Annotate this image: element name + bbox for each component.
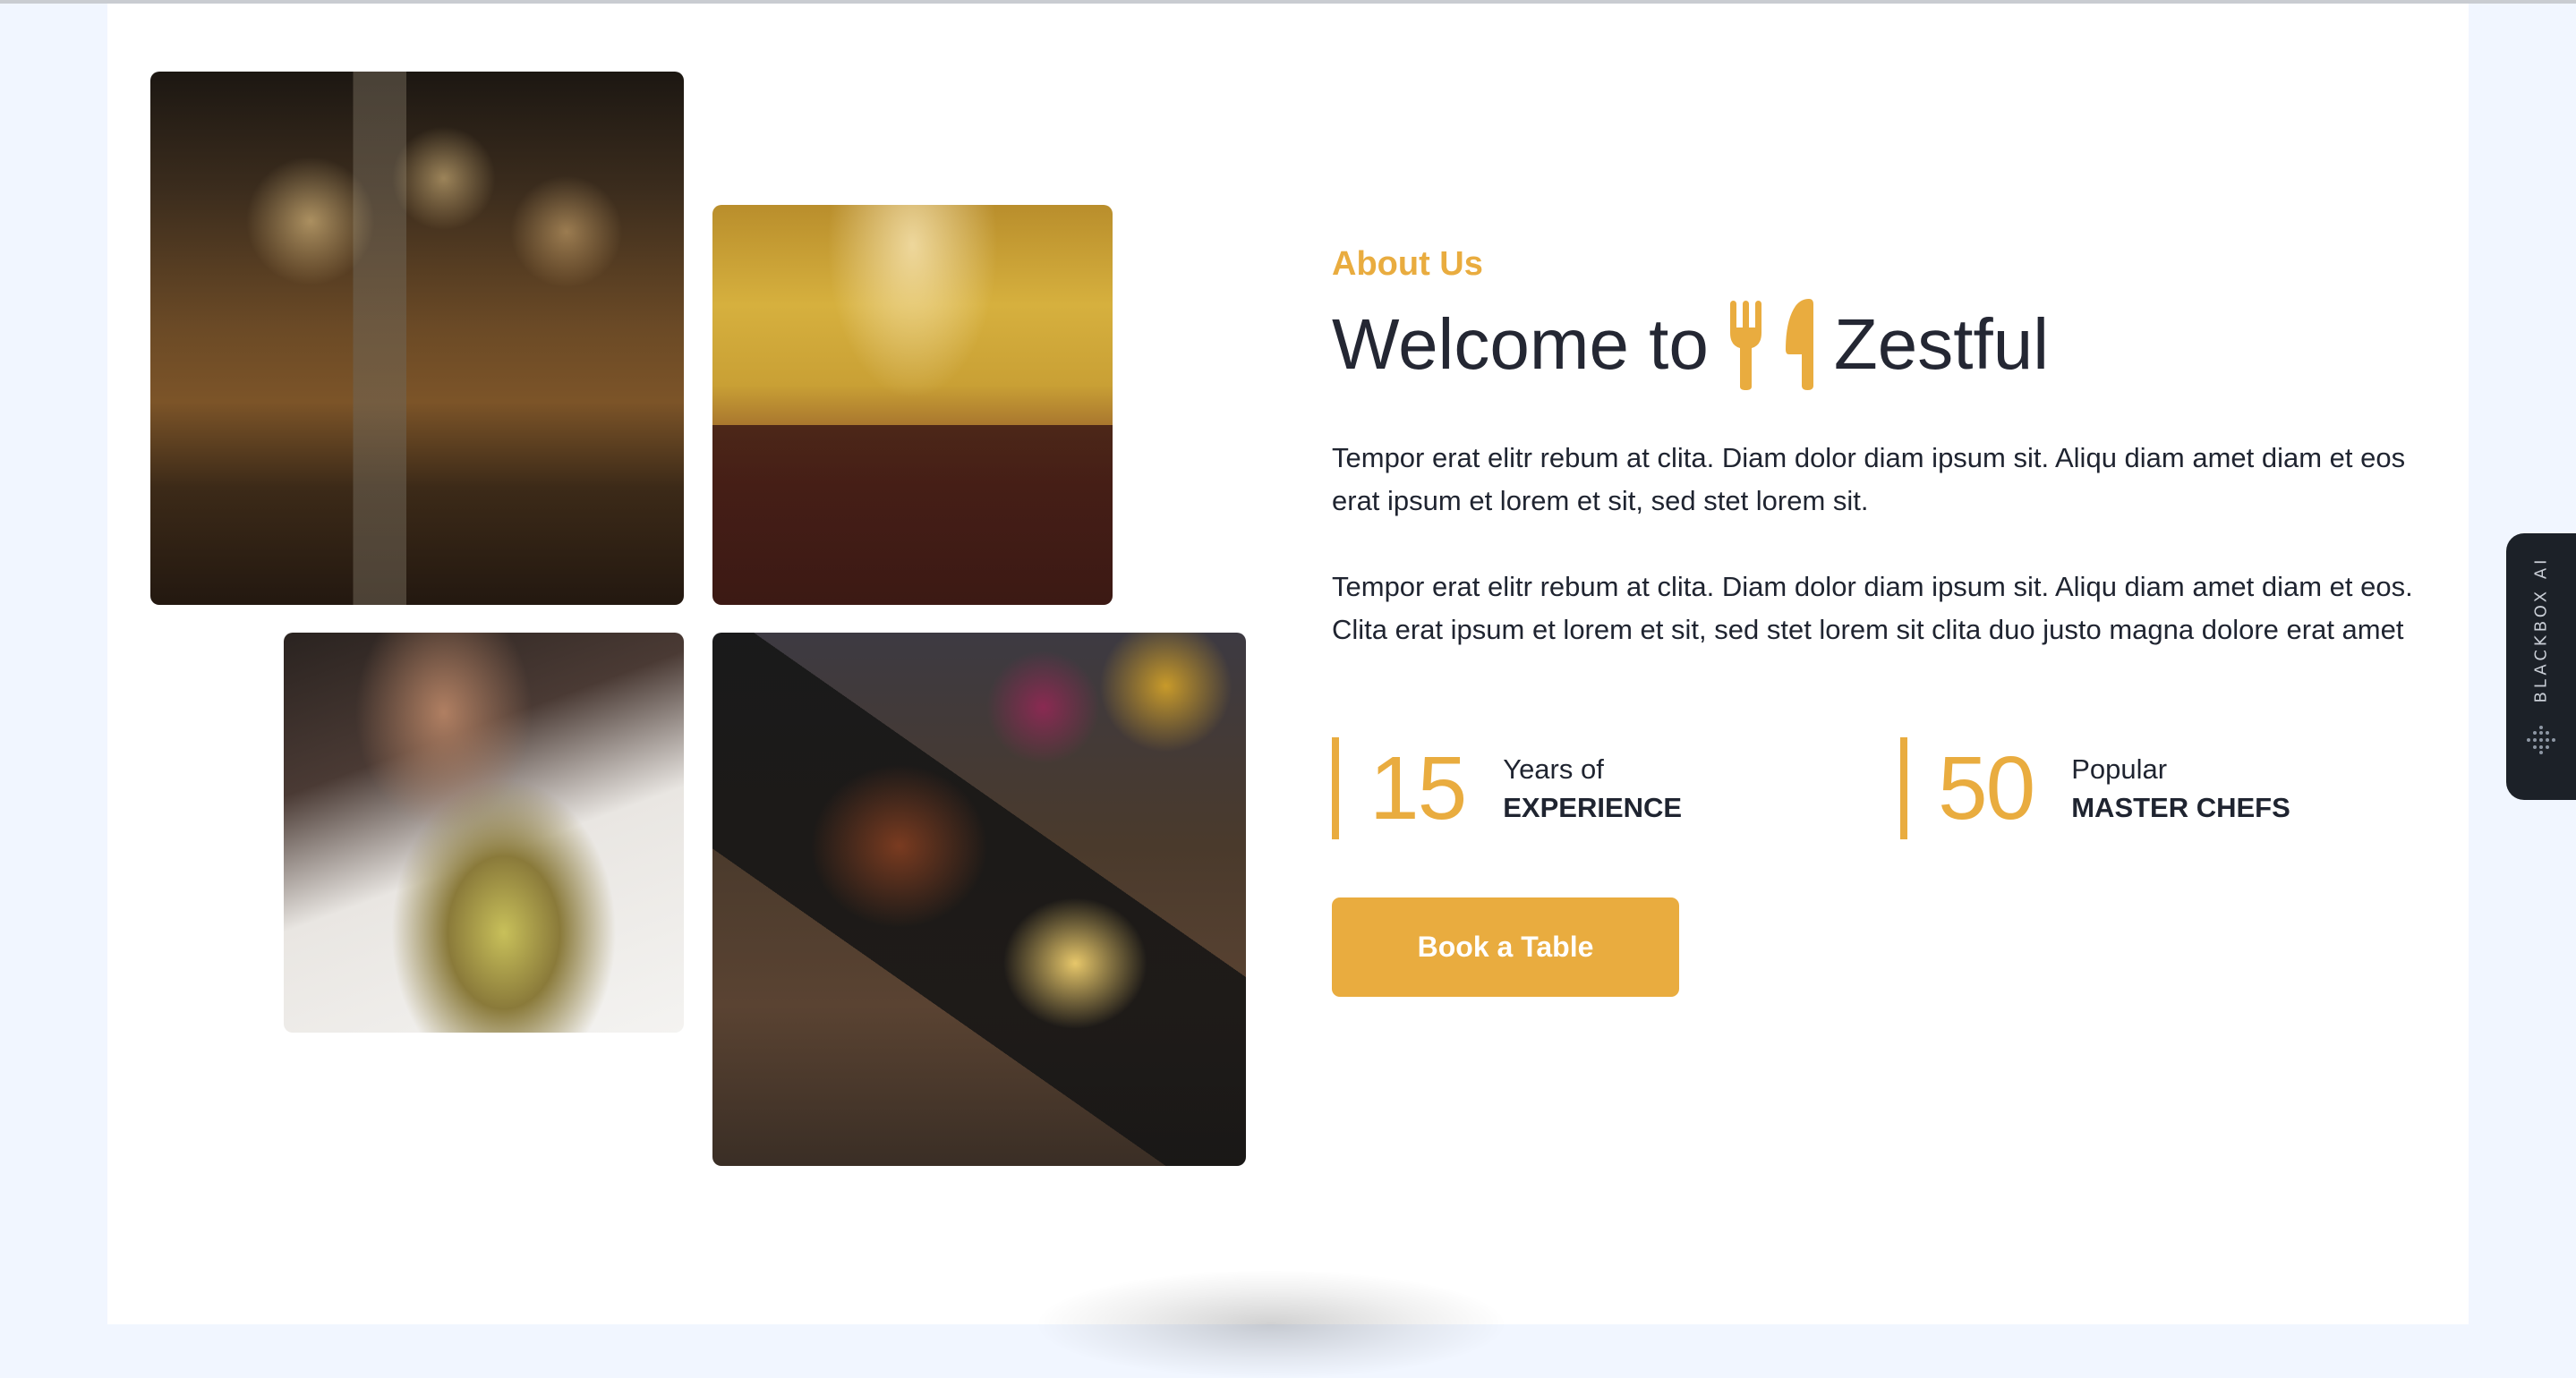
- section-eyebrow: About Us: [1332, 245, 1483, 283]
- page-title: Welcome to Zestful: [1332, 295, 2049, 394]
- blackbox-ai-widget[interactable]: BLACKBOX AI: [2506, 533, 2576, 800]
- stat-number: 50: [1938, 738, 2035, 838]
- stat-accent-bar: [1332, 737, 1339, 839]
- stat-label-line1: Years of: [1503, 753, 1604, 785]
- restaurant-dining-room-photo: [712, 205, 1113, 605]
- about-paragraph-1: Tempor erat elitr rebum at clita. Diam d…: [1332, 442, 2406, 516]
- title-prefix: Welcome to: [1332, 304, 1709, 384]
- salad-plate-photo: [284, 633, 684, 1033]
- stat-master-chefs: 50 Popular MASTER CHEFS: [1900, 737, 2290, 839]
- stat-label-line1: Popular: [2071, 753, 2168, 785]
- stat-number: 15: [1369, 738, 1467, 838]
- book-table-button[interactable]: Book a Table: [1332, 897, 1679, 997]
- restaurant-bar-interior-photo: [150, 72, 684, 605]
- stat-label: Popular MASTER CHEFS: [2071, 750, 2290, 827]
- stat-label: Years of EXPERIENCE: [1503, 750, 1682, 827]
- stat-accent-bar: [1900, 737, 1907, 839]
- grilled-platter-photo: [712, 633, 1246, 1166]
- about-paragraph-2: Tempor erat elitr rebum at clita. Diam d…: [1332, 571, 2413, 645]
- blackbox-ai-label: BLACKBOX AI: [2531, 556, 2551, 702]
- title-brand: Zestful: [1833, 304, 2049, 384]
- back-to-top-shadow: [1038, 1271, 1504, 1378]
- stat-experience: 15 Years of EXPERIENCE: [1332, 737, 1682, 839]
- utensils-icon: [1729, 299, 1814, 390]
- stat-label-line2: MASTER CHEFS: [2071, 792, 2290, 823]
- blackbox-dots-icon: [2526, 725, 2556, 755]
- stat-label-line2: EXPERIENCE: [1503, 792, 1683, 823]
